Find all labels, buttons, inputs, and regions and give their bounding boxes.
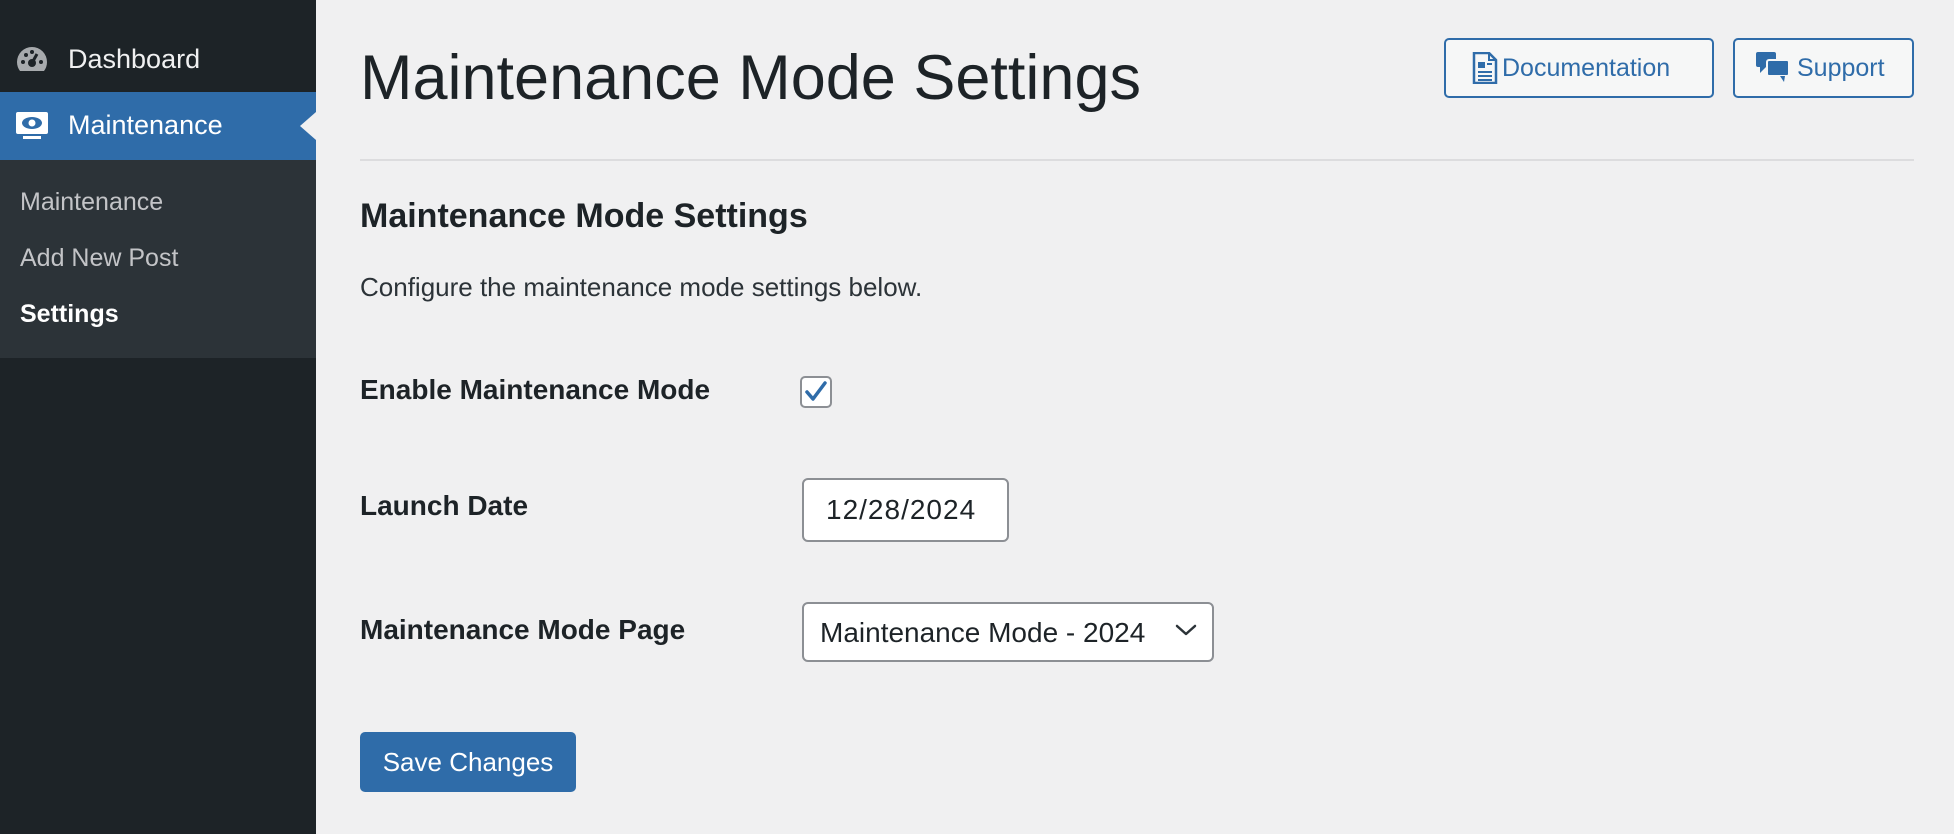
section-title: Maintenance Mode Settings <box>360 197 808 235</box>
maintenance-page-label: Maintenance Mode Page <box>360 614 686 645</box>
chevron-down-icon <box>1175 624 1197 636</box>
submenu-item-settings[interactable]: Settings <box>20 298 119 330</box>
support-button[interactable]: Support <box>1733 38 1914 98</box>
sidebar-item-maintenance[interactable]: Maintenance <box>0 92 316 160</box>
launch-date-input[interactable] <box>802 478 1009 542</box>
sidebar-item-label: Maintenance <box>68 110 223 140</box>
support-button-label: Support <box>1797 53 1885 82</box>
maintenance-page-select[interactable]: Maintenance Mode - 2024 <box>802 602 1214 662</box>
launch-date-label: Launch Date <box>360 490 529 521</box>
admin-sidebar: Dashboard Maintenance Maintenance Add Ne… <box>0 0 316 834</box>
section-description: Configure the maintenance mode settings … <box>360 272 923 302</box>
enable-maintenance-label: Enable Maintenance Mode <box>360 374 711 405</box>
page-title: Maintenance Mode Settings <box>360 43 1141 113</box>
documentation-button[interactable]: Documentation <box>1444 38 1714 98</box>
maintenance-page-selected-value: Maintenance Mode - 2024 <box>820 617 1146 648</box>
document-icon <box>1472 52 1498 84</box>
sidebar-item-dashboard[interactable]: Dashboard <box>0 22 316 94</box>
submenu-item-maintenance[interactable]: Maintenance <box>20 186 163 218</box>
save-changes-button[interactable]: Save Changes <box>360 732 576 792</box>
documentation-button-label: Documentation <box>1502 53 1671 82</box>
active-menu-pointer <box>300 112 316 140</box>
sidebar-submenu: Maintenance Add New Post Settings <box>0 160 316 358</box>
dashboard-gauge-icon <box>15 44 49 74</box>
checkmark-icon <box>805 381 827 401</box>
speech-bubbles-icon <box>1756 52 1790 82</box>
monitor-eye-icon <box>15 111 49 141</box>
sidebar-item-label: Dashboard <box>68 44 201 74</box>
header-divider <box>360 159 1914 161</box>
enable-maintenance-checkbox[interactable] <box>800 376 832 408</box>
submenu-item-add-new-post[interactable]: Add New Post <box>20 242 178 274</box>
